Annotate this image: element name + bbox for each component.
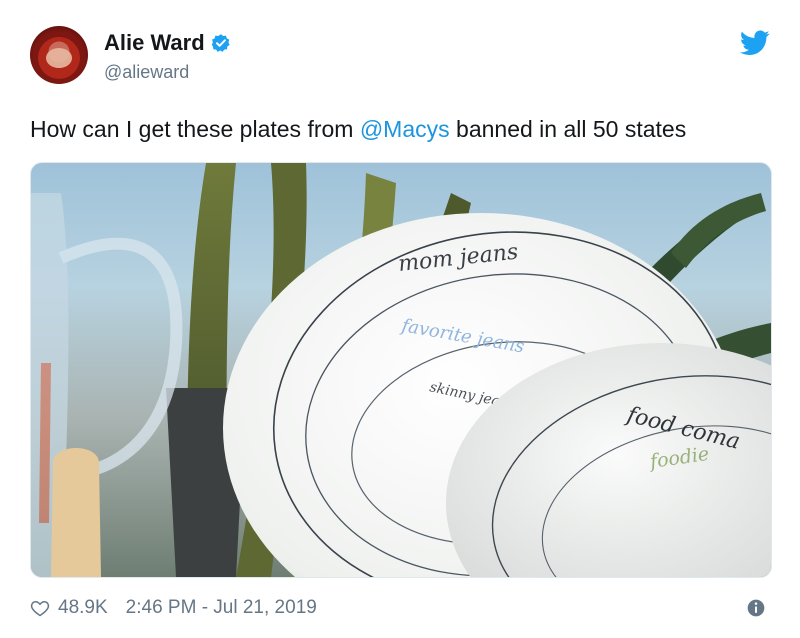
heart-icon[interactable] [30,598,50,618]
tweet-header: Alie Ward @alieward [30,26,770,88]
avatar[interactable] [30,26,88,84]
tweet-text: How can I get these plates from @Macys b… [30,114,770,144]
tweet-footer: 48.9K 2:46 PM - Jul 21, 2019 [30,596,770,620]
info-icon[interactable] [746,598,766,618]
like-count[interactable]: 48.9K [58,597,108,619]
verified-badge-icon [211,34,230,52]
author-handle[interactable]: @alieward [104,62,189,83]
twitter-bird-icon[interactable] [740,30,770,56]
plates-photo: mom jeans favorite jeans skinny jeans fo… [31,163,771,577]
author-name[interactable]: Alie Ward [104,30,205,56]
mention-link[interactable]: @Macys [360,116,450,142]
author-name-row: Alie Ward [104,30,231,56]
wooden-utensil [51,448,101,577]
tweet-timestamp[interactable]: 2:46 PM - Jul 21, 2019 [126,597,317,619]
tweet-text-start: How can I get these plates from [30,116,360,142]
tweet-text-end: banned in all 50 states [449,116,687,142]
tweet-photo[interactable]: mom jeans favorite jeans skinny jeans fo… [30,162,772,578]
